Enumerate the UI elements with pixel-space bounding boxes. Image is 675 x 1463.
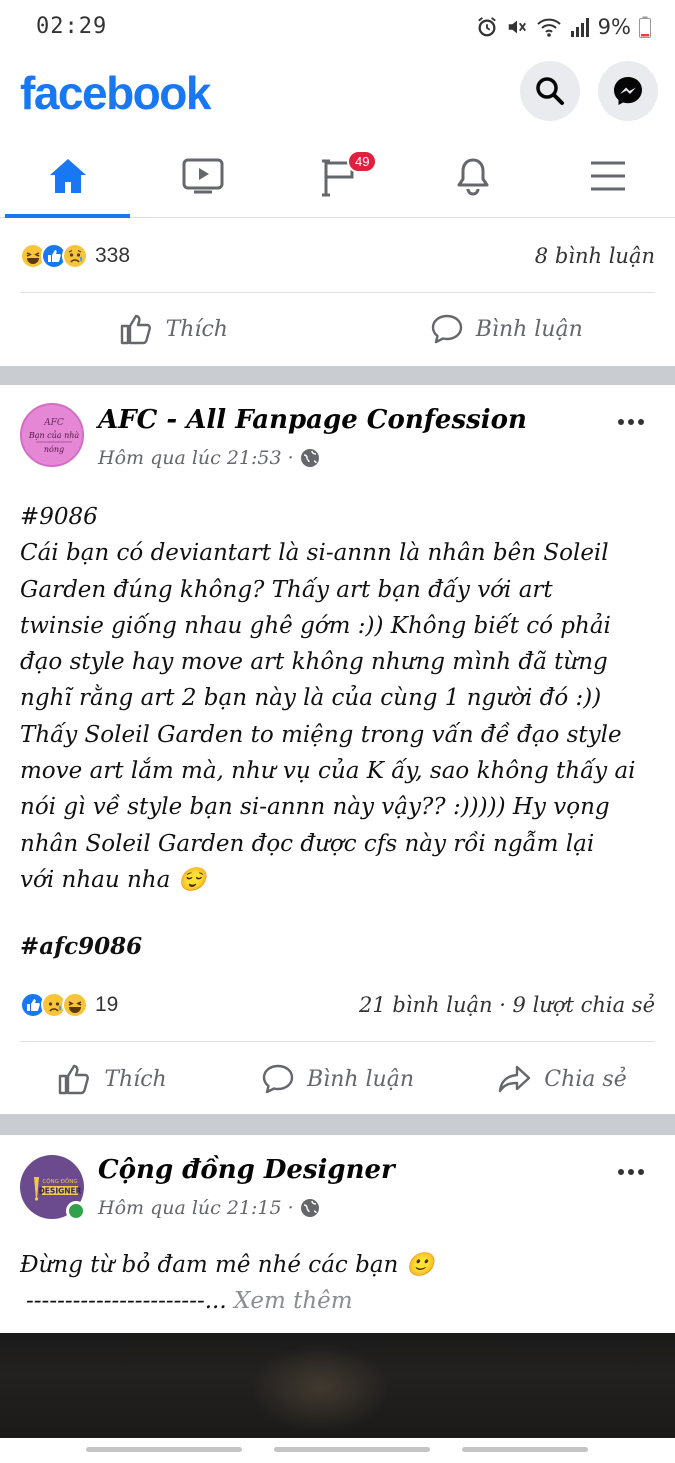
post-image[interactable] xyxy=(0,1333,675,1438)
more-options-button[interactable] xyxy=(617,403,645,433)
divider xyxy=(20,1041,655,1042)
divider xyxy=(20,292,655,293)
post-timestamp[interactable]: Hôm qua lúc 21:15 · xyxy=(98,1197,320,1219)
avatar-designer-line2: DESIGNER xyxy=(39,1187,82,1196)
pages-badge: 49 xyxy=(347,150,378,173)
home-icon xyxy=(49,159,86,193)
tab-pages[interactable]: 49 xyxy=(275,134,400,218)
tab-menu[interactable] xyxy=(545,134,670,218)
feed-separator xyxy=(0,1114,675,1135)
see-more-link[interactable]: Xem thêm xyxy=(234,1288,353,1314)
gesture-bar xyxy=(0,1438,675,1463)
comment-icon xyxy=(431,314,462,344)
haha-reaction-icon xyxy=(62,992,88,1018)
share-button[interactable]: Chia sẻ xyxy=(450,1064,675,1094)
post-actions: Thích Bình luận xyxy=(0,294,675,364)
main-nav: 49 xyxy=(0,134,675,218)
signal-icon xyxy=(570,18,589,37)
avatar-designer-line1: CỘNG ĐỒNG xyxy=(42,1176,77,1185)
image-highlight xyxy=(250,1343,390,1433)
status-time: 02:29 xyxy=(36,14,108,39)
reaction-icons: 338 xyxy=(20,243,130,269)
avatar-afc-line3: nóng xyxy=(44,445,64,454)
alarm-icon xyxy=(477,17,496,37)
globe-icon xyxy=(300,1199,319,1217)
reaction-count: 19 xyxy=(95,993,119,1016)
gesture-pill-left[interactable] xyxy=(86,1447,242,1452)
tab-home[interactable] xyxy=(5,134,130,218)
thumbs-up-icon xyxy=(59,1064,90,1095)
search-icon xyxy=(536,77,564,105)
avatar-afc-line1: AFC xyxy=(43,418,64,428)
post-time-text: Hôm qua lúc 21:15 · xyxy=(98,1197,294,1219)
post-text: Đừng từ bỏ đam mê nhé các bạn 🙂 xyxy=(20,1252,435,1278)
post-text: #9086 Cái bạn có deviantart là si-annn l… xyxy=(20,504,636,893)
online-status-dot xyxy=(66,1201,86,1221)
post-afc: AFC Bạn của nhà nóng AFC - All Fanpage C… xyxy=(0,385,675,1114)
more-options-button[interactable] xyxy=(617,1153,645,1183)
mute-icon xyxy=(508,20,526,34)
app-header: facebook xyxy=(0,56,675,134)
like-label: Thích xyxy=(165,316,228,342)
share-icon xyxy=(499,1065,531,1093)
menu-icon xyxy=(590,161,625,191)
like-button[interactable]: Thích xyxy=(0,1063,225,1095)
comment-label: Bình luận xyxy=(475,316,583,342)
post-previous: 338 8 bình luận Thích Bình luận xyxy=(0,218,675,366)
like-button[interactable]: Thích xyxy=(0,313,338,345)
post-actions: Thích Bình luận Chia sẻ xyxy=(0,1044,675,1114)
comment-button[interactable]: Bình luận xyxy=(225,1063,450,1095)
post-designer: CỘNG ĐỒNG DESIGNER Cộng đồng Designer Hô… xyxy=(0,1135,675,1333)
bell-icon xyxy=(457,158,488,196)
search-button[interactable] xyxy=(520,61,580,121)
thumbs-up-icon xyxy=(120,314,151,345)
post-time-text: Hôm qua lúc 21:53 · xyxy=(98,447,294,469)
comment-button[interactable]: Bình luận xyxy=(338,313,675,345)
wifi-icon xyxy=(536,18,561,37)
globe-icon xyxy=(300,449,319,467)
status-bar: 02:29 9% xyxy=(0,0,675,56)
tab-notifications[interactable] xyxy=(410,134,535,218)
avatar-afc[interactable]: AFC Bạn của nhà nóng xyxy=(20,403,84,467)
post-text-continued: -----------------------... Xem thêm xyxy=(26,1283,653,1319)
battery-percent: 9% xyxy=(597,15,631,39)
messenger-icon xyxy=(614,77,642,105)
facebook-logo[interactable]: facebook xyxy=(20,66,211,120)
post-dashes: -----------------------... xyxy=(26,1288,227,1314)
post-timestamp[interactable]: Hôm qua lúc 21:53 · xyxy=(98,447,320,469)
battery-icon xyxy=(639,16,651,38)
post-author[interactable]: AFC - All Fanpage Confession xyxy=(98,405,527,435)
comment-count[interactable]: 8 bình luận xyxy=(535,244,655,268)
post-author[interactable]: Cộng đồng Designer xyxy=(98,1155,395,1185)
more-icon xyxy=(618,419,644,425)
reaction-icons: 19 xyxy=(20,992,118,1018)
reactions-summary[interactable]: 338 8 bình luận xyxy=(20,236,655,276)
status-icons: 9% xyxy=(476,12,651,42)
share-label: Chia sẻ xyxy=(544,1066,627,1092)
reactions-summary[interactable]: 19 21 bình luận · 9 lượt chia sẻ xyxy=(20,985,655,1025)
comment-label: Bình luận xyxy=(306,1066,415,1092)
avatar-afc-line2: Bạn của nhà xyxy=(28,431,80,440)
tab-watch[interactable] xyxy=(140,134,265,218)
post-hashtag[interactable]: #afc9086 xyxy=(20,933,142,960)
reaction-count: 338 xyxy=(95,244,131,267)
post-meta[interactable]: 21 bình luận · 9 lượt chia sẻ xyxy=(359,993,655,1017)
like-label: Thích xyxy=(104,1066,167,1092)
video-icon xyxy=(182,158,223,194)
messenger-button[interactable] xyxy=(598,61,658,121)
feed-separator xyxy=(0,366,675,385)
sad-reaction-icon xyxy=(62,243,88,269)
comment-icon xyxy=(262,1064,294,1094)
gesture-pill-center[interactable] xyxy=(274,1447,430,1452)
more-icon xyxy=(618,1169,644,1175)
gesture-pill-right[interactable] xyxy=(462,1447,588,1452)
